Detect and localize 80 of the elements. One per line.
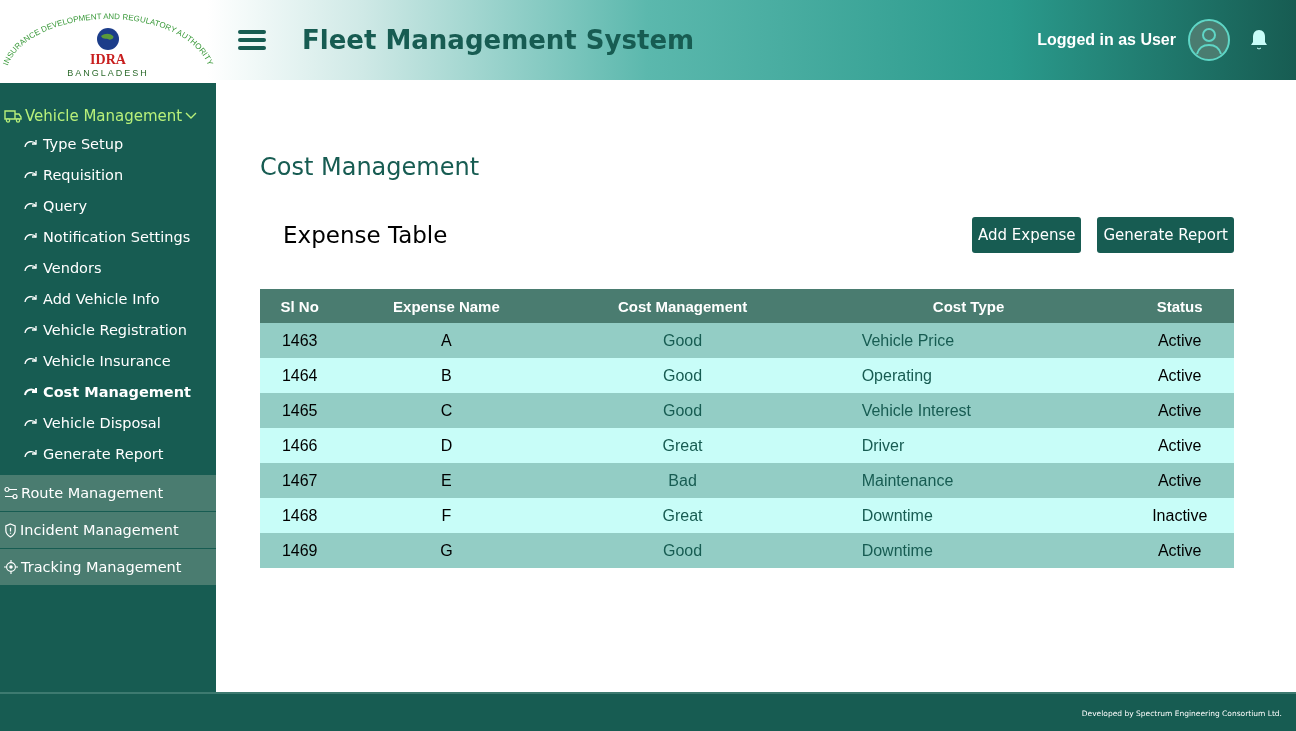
sidebar-item[interactable]: Vendors (0, 252, 216, 283)
curved-arrow-icon (24, 139, 38, 148)
table-cell: Downtime (811, 533, 1126, 568)
table-cell: 1463 (260, 323, 340, 358)
table-cell: Great (553, 428, 812, 463)
curved-arrow-icon (24, 263, 38, 272)
sidebar-item[interactable]: Generate Report (0, 438, 216, 469)
table-cell: B (339, 358, 554, 393)
chevron-icon (185, 112, 198, 120)
page-title: Cost Management (260, 153, 481, 181)
sidebar-item[interactable]: Notification Settings (0, 221, 216, 252)
table-cell: 1467 (260, 463, 340, 498)
notification-bell-icon[interactable] (1250, 29, 1268, 51)
shield-icon (4, 522, 17, 538)
table-cell: 1465 (260, 393, 340, 428)
column-header: Expense Name (339, 289, 554, 323)
route-icon (4, 486, 18, 500)
curved-arrow-icon (24, 170, 38, 179)
sidebar-group[interactable]: Vehicle Management (0, 103, 216, 128)
sidebar-item[interactable]: Requisition (0, 159, 216, 190)
table-cell: D (339, 428, 554, 463)
table-cell: A (339, 323, 554, 358)
sidebar-group[interactable]: Tracking Management (0, 549, 216, 586)
sidebar-item[interactable]: Vehicle Registration (0, 314, 216, 345)
table-cell: Good (553, 393, 812, 428)
table-cell: Bad (553, 463, 812, 498)
curved-arrow-icon (24, 418, 38, 427)
table-cell: Vehicle Price (811, 323, 1126, 358)
curved-arrow-icon (24, 387, 38, 396)
table-cell: Good (553, 323, 812, 358)
table-cell: Operating (811, 358, 1126, 393)
sidebar-item[interactable]: Vehicle Disposal (0, 407, 216, 438)
sidebar-item[interactable]: Add Vehicle Info (0, 283, 216, 314)
menu-button[interactable] (238, 30, 266, 50)
avatar-icon[interactable] (1188, 19, 1230, 61)
curved-arrow-icon (24, 449, 38, 458)
truck-icon (4, 109, 22, 123)
table-cell: Great (553, 498, 812, 533)
action-button[interactable]: Add Expense (971, 217, 1082, 253)
curved-arrow-icon (24, 294, 38, 303)
table-cell: 1469 (260, 533, 340, 568)
table-cell: Inactive (1125, 498, 1234, 533)
table-cell: Good (553, 358, 812, 393)
action-button[interactable]: Generate Report (1097, 217, 1234, 253)
table-cell: Active (1125, 393, 1234, 428)
table-cell: Maintenance (811, 463, 1126, 498)
table-cell: G (339, 533, 554, 568)
table-cell: Vehicle Interest (811, 393, 1126, 428)
table-cell: Active (1125, 323, 1234, 358)
sidebar-item[interactable]: Type Setup (0, 128, 216, 159)
table-cell: Downtime (811, 498, 1126, 533)
curved-arrow-icon (24, 232, 38, 241)
table-cell: C (339, 393, 554, 428)
sidebar-item[interactable]: Query (0, 190, 216, 221)
table-cell: Driver (811, 428, 1126, 463)
curved-arrow-icon (24, 356, 38, 365)
column-header: Status (1125, 289, 1234, 323)
user-label: Logged in as User (1037, 31, 1176, 49)
curved-arrow-icon (24, 201, 38, 210)
table-cell: Active (1125, 533, 1234, 568)
table-cell: 1468 (260, 498, 340, 533)
table-cell: F (339, 498, 554, 533)
table-title: Expense Table (283, 222, 449, 248)
table-cell: Active (1125, 358, 1234, 393)
column-header: Cost Management (553, 289, 812, 323)
curved-arrow-icon (24, 325, 38, 334)
sidebar-item[interactable]: Vehicle Insurance (0, 345, 216, 376)
sidebar-group[interactable]: Incident Management (0, 512, 216, 549)
column-header: Sl No (260, 289, 340, 323)
table-cell: 1464 (260, 358, 340, 393)
app-title: Fleet Management System (302, 25, 696, 55)
target-icon (4, 560, 18, 574)
table-cell: E (339, 463, 554, 498)
column-header: Cost Type (811, 289, 1126, 323)
table-cell: Active (1125, 463, 1234, 498)
table-cell: Good (553, 533, 812, 568)
sidebar-group[interactable]: Route Management (0, 475, 216, 512)
sidebar-item[interactable]: Cost Management (0, 376, 216, 407)
table-cell: 1466 (260, 428, 340, 463)
table-cell: Active (1125, 428, 1234, 463)
